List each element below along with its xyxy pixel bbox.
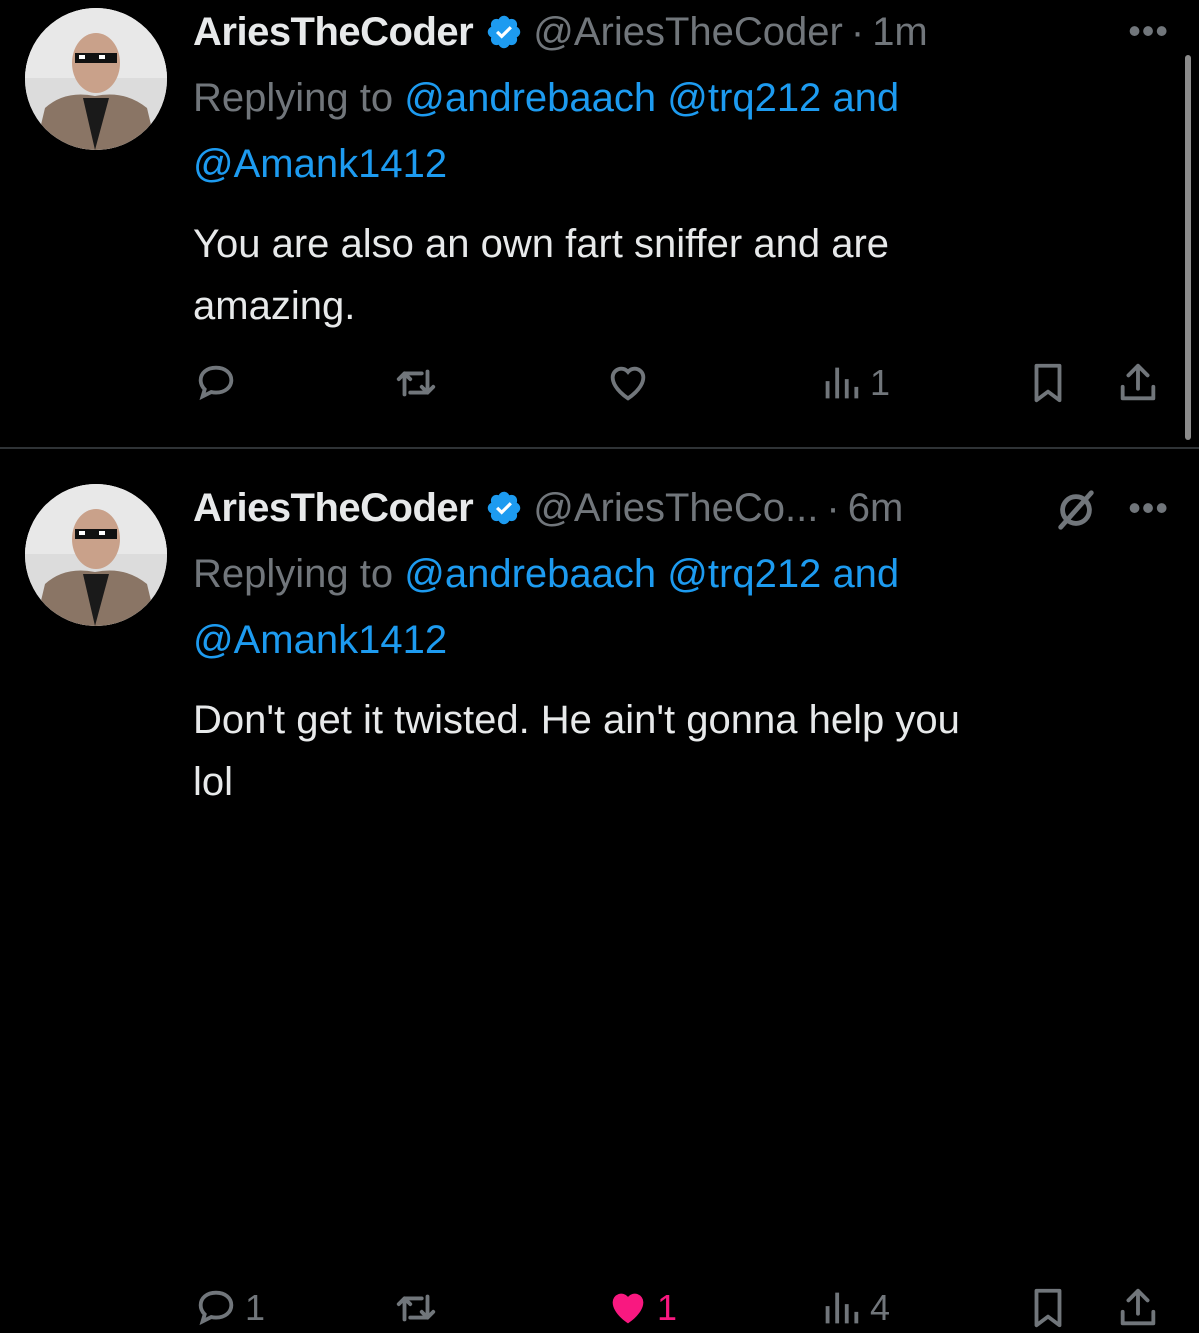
mute-icon[interactable]	[1053, 487, 1099, 533]
separator-dot: ·	[850, 9, 865, 54]
tweet-text-line: lol	[193, 760, 234, 804]
replying-prefix: Replying to	[193, 76, 394, 120]
like-button[interactable]: 1	[605, 1283, 677, 1333]
mention-and[interactable]: and	[832, 552, 899, 596]
retweet-icon	[396, 369, 436, 397]
tweet-text-line: You are also an own fart sniffer and are	[193, 222, 890, 266]
more-icon[interactable]: •••	[1128, 487, 1169, 529]
reply-icon	[198, 1290, 234, 1326]
share-icon	[1120, 363, 1156, 401]
retweet-button[interactable]	[393, 1283, 439, 1333]
heart-icon	[610, 366, 646, 401]
handle[interactable]: @AriesTheCoder	[533, 10, 843, 55]
mention-link[interactable]: @andrebaach	[404, 552, 656, 596]
share-button[interactable]	[1115, 1283, 1161, 1333]
verified-badge-icon	[488, 491, 521, 525]
mention-link[interactable]: @trq212	[667, 76, 821, 120]
views-button[interactable]: 1	[818, 358, 890, 408]
tweet[interactable]: AriesTheCoder @AriesTheCoder · 1m Replyi…	[0, 0, 1199, 447]
bookmark-button[interactable]	[1025, 1283, 1071, 1333]
bookmark-icon	[1034, 363, 1062, 403]
tweet-header: AriesTheCoder @AriesTheCoder · 1m	[193, 3, 1169, 61]
action-bar: 1 1 4	[193, 1283, 1169, 1333]
retweet-button[interactable]	[393, 358, 439, 408]
timestamp[interactable]: 1m	[872, 10, 928, 55]
share-icon	[1120, 1288, 1156, 1326]
handle[interactable]: @AriesTheCo...	[533, 486, 818, 531]
tweet-text: Don't get it twisted. He ain't gonna hel…	[193, 689, 1169, 813]
more-icon[interactable]: •••	[1128, 10, 1169, 52]
like-count: 1	[657, 1287, 678, 1328]
reply-count: 1	[245, 1287, 266, 1328]
tweet-text-line: amazing.	[193, 284, 356, 328]
reply-button[interactable]: 1	[193, 1283, 265, 1333]
like-button[interactable]	[605, 358, 657, 408]
tweet[interactable]: AriesTheCoder @AriesTheCo... · 6m Replyi…	[0, 449, 1199, 1328]
reply-button[interactable]	[193, 358, 245, 408]
avatar[interactable]	[25, 484, 167, 626]
mention-link[interactable]: @andrebaach	[404, 76, 656, 120]
views-icon	[825, 1292, 859, 1324]
verified-badge-icon	[488, 15, 521, 49]
bookmark-icon	[1034, 1288, 1062, 1328]
views-button[interactable]: 4	[818, 1283, 890, 1333]
mention-link[interactable]: @Amank1412	[193, 142, 447, 186]
bookmark-button[interactable]	[1025, 358, 1071, 408]
tweet-text-line: Don't get it twisted. He ain't gonna hel…	[193, 698, 960, 742]
avatar[interactable]	[25, 8, 167, 150]
display-name[interactable]: AriesTheCoder	[193, 486, 474, 531]
retweet-icon	[396, 1294, 436, 1322]
mention-link[interactable]: @trq212	[667, 552, 821, 596]
mention-link[interactable]: @Amank1412	[193, 618, 447, 662]
display-name[interactable]: AriesTheCoder	[193, 10, 474, 55]
timestamp[interactable]: 6m	[848, 486, 904, 531]
scrollbar[interactable]	[1185, 55, 1191, 440]
mention-and[interactable]: and	[832, 76, 899, 120]
action-bar: 1	[193, 358, 1169, 408]
replying-to: Replying to @andrebaach @trq212 and @Ama…	[193, 65, 1169, 197]
reply-icon	[198, 365, 234, 401]
views-icon	[825, 367, 859, 399]
view-count: 4	[870, 1287, 891, 1328]
share-button[interactable]	[1115, 358, 1161, 408]
separator-dot: ·	[826, 485, 840, 530]
tweet-header: AriesTheCoder @AriesTheCo... · 6m	[193, 479, 1169, 537]
view-count: 1	[870, 362, 891, 403]
tweet-text: You are also an own fart sniffer and are…	[193, 213, 1169, 337]
replying-to: Replying to @andrebaach @trq212 and @Ama…	[193, 541, 1169, 673]
heart-icon	[612, 1293, 644, 1324]
replying-prefix: Replying to	[193, 552, 394, 596]
